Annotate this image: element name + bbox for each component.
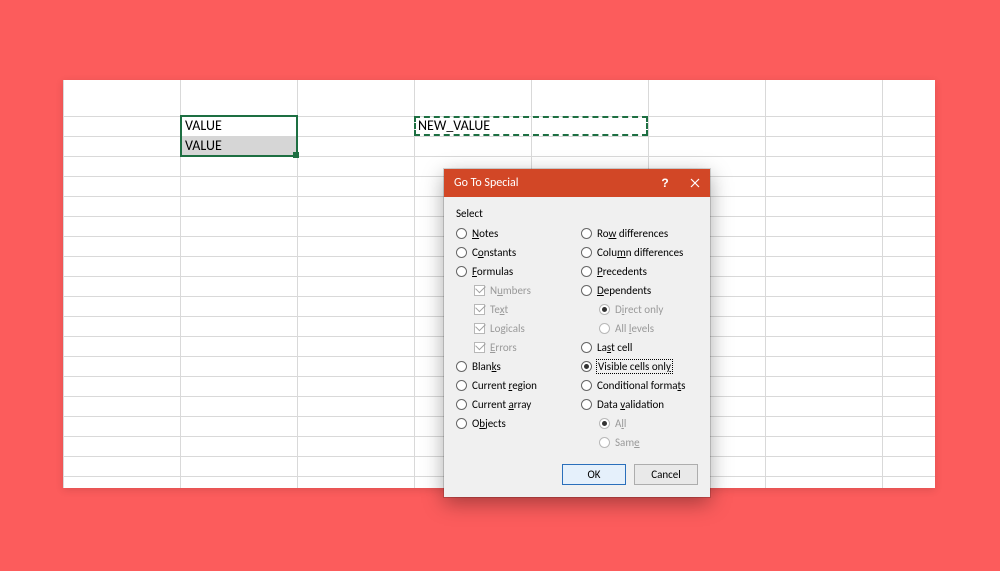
option-cond-formats[interactable]: Conditional formats [581,378,698,393]
gridline [63,80,64,488]
option-direct-only: Direct only [581,302,698,317]
dialog-titlebar[interactable]: Go To Special ? [444,169,710,197]
option-all-levels: All levels [581,321,698,336]
radio-icon [456,380,467,391]
help-icon: ? [661,176,668,190]
radio-icon [456,266,467,277]
checkbox-icon [474,323,485,334]
option-all: All [581,416,698,431]
gridline [297,80,298,488]
option-current-array[interactable]: Current array [456,397,573,412]
option-current-region[interactable]: Current region [456,378,573,393]
radio-icon [456,418,467,429]
radio-icon [581,399,592,410]
option-errors: Errors [456,340,573,355]
radio-icon [599,304,610,315]
option-col-diff[interactable]: Column differences [581,245,698,260]
options-left-column: Notes Constants Formulas Numbers Text Lo… [456,226,573,450]
radio-icon [456,399,467,410]
radio-icon [581,247,592,258]
option-formulas[interactable]: Formulas [456,264,573,279]
option-last-cell[interactable]: Last cell [581,340,698,355]
option-dependents[interactable]: Dependents [581,283,698,298]
radio-icon [581,285,592,296]
radio-icon [599,437,610,448]
option-logicals: Logicals [456,321,573,336]
dialog-buttons: OK Cancel [456,464,698,485]
checkbox-icon [474,285,485,296]
dialog-body: Select Notes Constants Formulas Numbers … [444,197,710,497]
radio-icon [599,418,610,429]
close-icon [690,178,700,188]
option-objects[interactable]: Objects [456,416,573,431]
gridline [882,80,883,488]
dialog-title: Go To Special [454,176,519,190]
radio-icon [581,342,592,353]
cell-a1[interactable]: VALUE [183,116,296,136]
option-text: Text [456,302,573,317]
section-label: Select [456,207,698,220]
gridline [414,80,415,488]
gridline [63,156,935,157]
options-right-column: Row differences Column differences Prece… [581,226,698,450]
option-precedents[interactable]: Precedents [581,264,698,279]
option-constants[interactable]: Constants [456,245,573,260]
checkbox-icon [474,342,485,353]
radio-icon [456,228,467,239]
radio-icon [581,361,592,372]
radio-icon [581,228,592,239]
radio-icon [599,323,610,334]
option-row-diff[interactable]: Row differences [581,226,698,241]
option-blanks[interactable]: Blanks [456,359,573,374]
close-button[interactable] [680,169,710,197]
option-notes[interactable]: Notes [456,226,573,241]
cancel-button[interactable]: Cancel [634,464,698,485]
checkbox-icon [474,304,485,315]
option-numbers: Numbers [456,283,573,298]
option-visible-cells[interactable]: Visible cells only [581,359,698,374]
gridline [765,80,766,488]
goto-special-dialog: Go To Special ? Select Notes Constants F… [444,169,710,497]
radio-icon [456,361,467,372]
ok-button[interactable]: OK [562,464,626,485]
radio-icon [581,266,592,277]
gridline [180,80,181,488]
radio-icon [581,380,592,391]
cell-c1[interactable]: NEW_VALUE [416,116,529,136]
radio-icon [456,247,467,258]
option-data-validation[interactable]: Data validation [581,397,698,412]
option-same: Same [581,435,698,450]
help-button[interactable]: ? [650,169,680,197]
cell-a2[interactable]: VALUE [183,136,296,156]
